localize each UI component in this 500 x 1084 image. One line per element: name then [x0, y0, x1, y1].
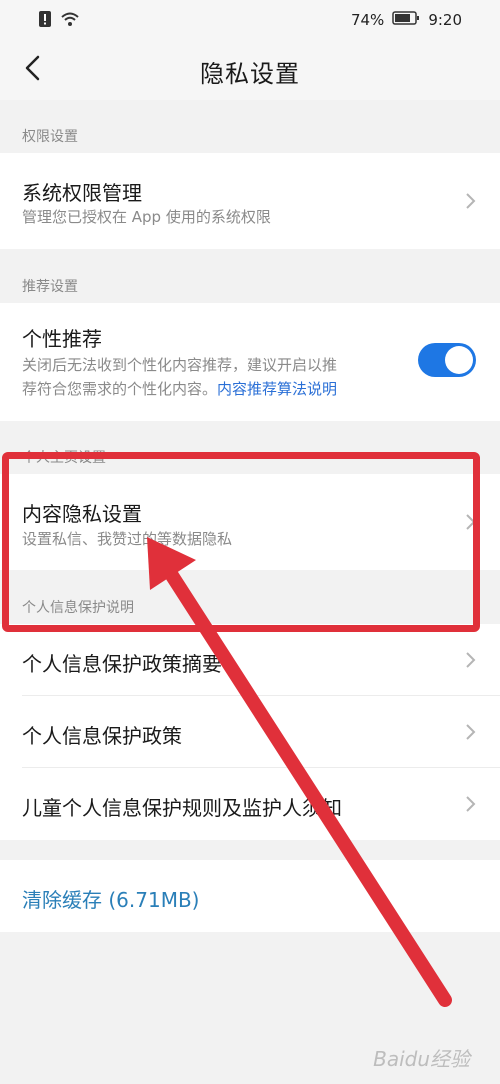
info-protect-card: 个人信息保护政策摘要 个人信息保护政策 儿童个人信息保护规则及监护人须知 — [0, 624, 500, 840]
chevron-right-icon — [466, 724, 476, 740]
row-clear-cache[interactable]: 清除缓存 (6.71MB) — [0, 860, 500, 932]
recommend-desc-line2: 荐符合您需求的个性化内容。内容推荐算法说明 — [22, 377, 412, 401]
algorithm-link[interactable]: 内容推荐算法说明 — [217, 380, 337, 398]
recommend-desc-text: 荐符合您需求的个性化内容。 — [22, 380, 218, 398]
sim-alert-icon — [38, 10, 52, 32]
section-label-recommend: 推荐设置 — [22, 279, 78, 295]
personal-recommend-toggle[interactable] — [418, 343, 476, 377]
wifi-icon — [60, 11, 80, 31]
clear-cache-label: 清除缓存 (6.71MB) — [22, 888, 200, 912]
recommend-desc-line1: 关闭后无法收到个性化内容推荐，建议开启以推 — [22, 356, 338, 374]
page-title: 隐私设置 — [200, 60, 300, 88]
recommend-card: 个性推荐 关闭后无法收到个性化内容推荐，建议开启以推 荐符合您需求的个性化内容。… — [0, 303, 500, 421]
annotation-highlight-box — [2, 452, 480, 632]
toggle-knob — [445, 346, 473, 374]
row-title: 系统权限管理 — [22, 181, 142, 205]
chevron-right-icon — [466, 796, 476, 812]
chevron-right-icon — [466, 652, 476, 668]
permissions-card: 系统权限管理 管理您已授权在 App 使用的系统权限 — [0, 153, 500, 249]
row-title: 个人信息保护政策 — [22, 724, 182, 748]
nav-header: 隐私设置 — [0, 40, 500, 100]
row-policy-summary[interactable]: 个人信息保护政策摘要 — [0, 624, 500, 696]
row-title: 个性推荐 — [22, 327, 102, 351]
row-privacy-policy[interactable]: 个人信息保护政策 — [0, 696, 500, 768]
row-subtitle: 管理您已授权在 App 使用的系统权限 — [22, 208, 271, 226]
section-label-permissions: 权限设置 — [22, 129, 78, 145]
row-personal-recommend: 个性推荐 关闭后无法收到个性化内容推荐，建议开启以推 荐符合您需求的个性化内容。… — [0, 303, 500, 421]
battery-percent: 74% — [350, 11, 385, 29]
cache-card: 清除缓存 (6.71MB) — [0, 860, 500, 932]
row-title: 儿童个人信息保护规则及监护人须知 — [22, 796, 342, 820]
row-subtitle: 关闭后无法收到个性化内容推荐，建议开启以推 荐符合您需求的个性化内容。内容推荐算… — [22, 353, 412, 401]
chevron-right-icon — [466, 193, 476, 209]
clock: 9:20 — [428, 11, 462, 29]
battery-icon — [392, 10, 420, 30]
status-right: 74% 9:20 — [351, 10, 462, 30]
status-left — [38, 10, 80, 32]
watermark: Baidu经验 — [373, 1047, 470, 1071]
row-title: 个人信息保护政策摘要 — [22, 652, 222, 676]
status-bar: 74% 9:20 — [0, 0, 500, 40]
row-children-policy[interactable]: 儿童个人信息保护规则及监护人须知 — [0, 768, 500, 840]
row-system-permissions[interactable]: 系统权限管理 管理您已授权在 App 使用的系统权限 — [0, 153, 500, 249]
